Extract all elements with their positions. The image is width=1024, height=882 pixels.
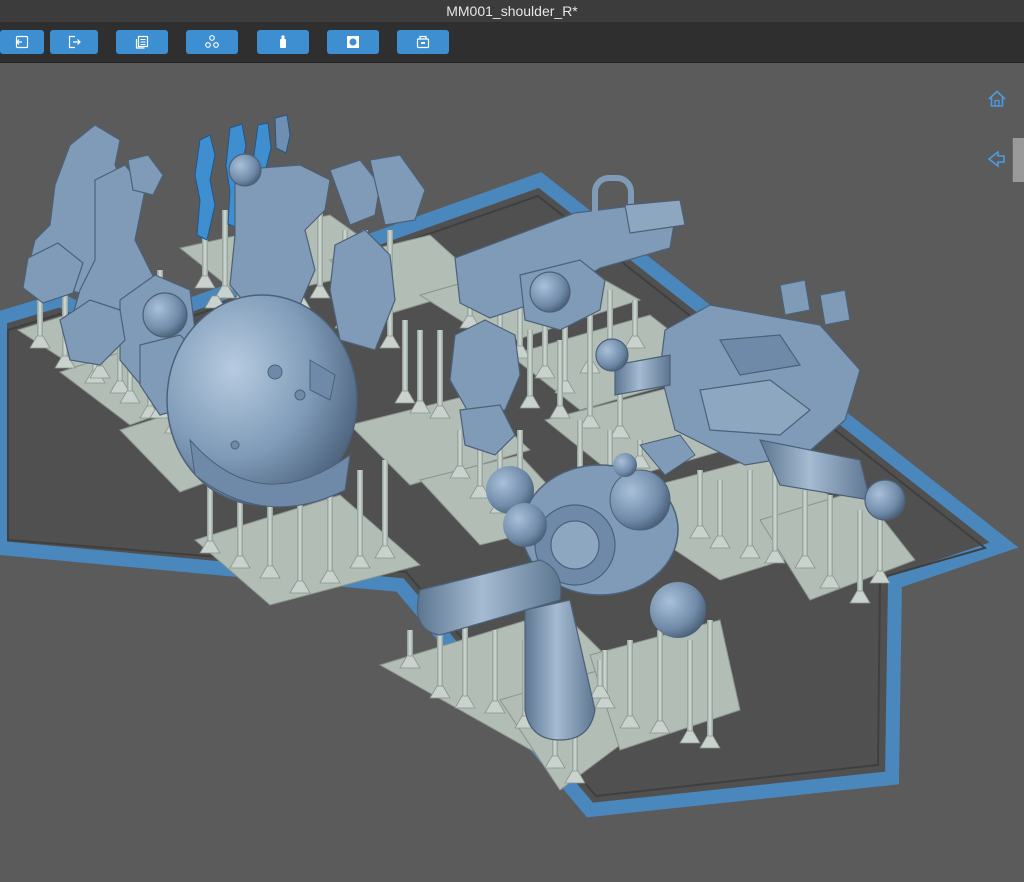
- support-post: [632, 300, 638, 340]
- support-post: [357, 470, 363, 560]
- support-foot: [194, 275, 216, 289]
- support-post: [697, 470, 703, 530]
- support-post: [457, 430, 463, 470]
- copy-icon: [135, 35, 149, 49]
- support-post: [717, 480, 723, 540]
- print-button[interactable]: [397, 30, 449, 54]
- support-post: [222, 210, 228, 290]
- support-icon: [280, 35, 286, 48]
- print-icon: [416, 35, 430, 49]
- hollow-icon: [347, 36, 359, 48]
- view-cube-icon: [987, 150, 1005, 168]
- import-button[interactable]: [0, 30, 44, 54]
- support-post: [687, 640, 693, 735]
- orientation-cube[interactable]: [1012, 138, 1024, 182]
- copy-button[interactable]: [116, 30, 168, 54]
- support-post: [407, 630, 413, 660]
- home-view-button[interactable]: [986, 88, 1008, 110]
- support-post: [437, 330, 443, 410]
- support-post: [772, 470, 778, 555]
- support-post: [802, 490, 808, 560]
- window-title: MM001_shoulder_R*: [0, 0, 1024, 22]
- support-post: [827, 495, 833, 580]
- toolbar: [0, 22, 1024, 63]
- support-post: [462, 625, 468, 700]
- support-post: [627, 640, 633, 720]
- support-post: [877, 515, 883, 575]
- view-cube-button[interactable]: [986, 148, 1008, 170]
- support-post: [557, 340, 563, 410]
- support-post: [607, 430, 613, 470]
- support-post: [492, 630, 498, 705]
- support-post: [417, 330, 423, 405]
- import-icon: [15, 35, 29, 49]
- support-post: [402, 320, 408, 395]
- export-button[interactable]: [50, 30, 98, 54]
- arrange-button[interactable]: [186, 30, 238, 54]
- model-dome[interactable]: [166, 294, 358, 508]
- support-post: [37, 300, 43, 340]
- 3d-viewport[interactable]: [0, 63, 1024, 882]
- support-post: [587, 340, 593, 420]
- support-post: [527, 330, 533, 400]
- arrange-icon: [205, 35, 219, 48]
- home-icon: [988, 90, 1006, 107]
- support-post: [707, 620, 713, 740]
- export-icon: [68, 35, 81, 49]
- scene-canvas[interactable]: [0, 63, 1024, 882]
- support-post: [657, 630, 663, 725]
- support-post: [597, 660, 603, 690]
- support-post: [747, 470, 753, 550]
- hollow-button[interactable]: [327, 30, 379, 54]
- support-button[interactable]: [257, 30, 309, 54]
- support-post: [857, 510, 863, 595]
- support-post: [382, 460, 388, 550]
